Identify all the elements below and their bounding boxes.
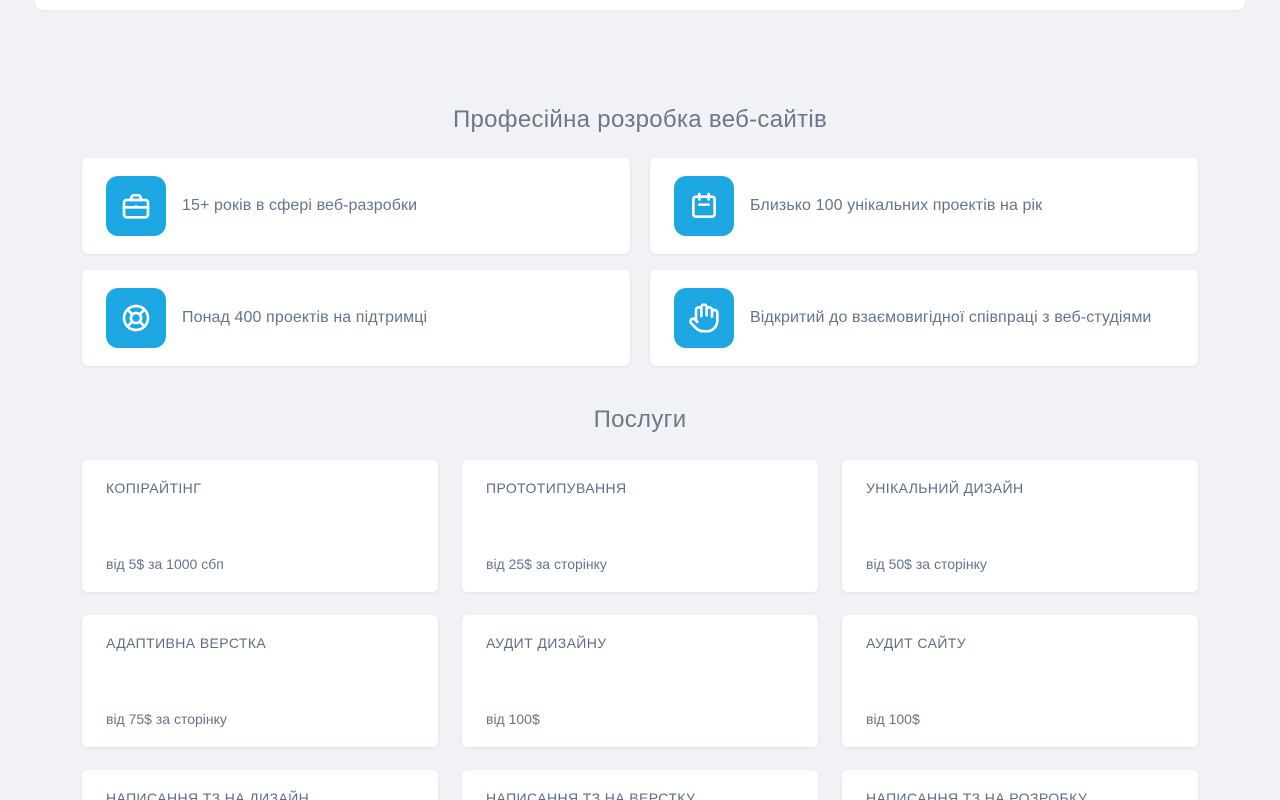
page-root: Професійна розробка веб-сайтів 15+ років…: [0, 0, 1280, 800]
service-title: НАПИСАННЯ ТЗ НА ВЕРСТКУ: [486, 790, 696, 800]
lifebuoy-icon: [106, 288, 166, 348]
feature-card-projects-per-year: Близько 100 унікальних проектів на рік: [650, 158, 1198, 254]
service-title: КОПІРАЙТІНГ: [106, 480, 202, 496]
service-card-site-audit: АУДИТ САЙТУ від 100$: [842, 615, 1198, 747]
service-title: УНІКАЛЬНИЙ ДИЗАЙН: [866, 480, 1024, 496]
features-grid: 15+ років в сфері веб-разробки Близько 1…: [82, 158, 1198, 366]
service-price: від 100$: [486, 711, 540, 727]
service-title: НАПИСАННЯ ТЗ НА ДИЗАЙН: [106, 790, 310, 800]
calendar-icon: [674, 176, 734, 236]
feature-text: Близько 100 унікальних проектів на рік: [750, 197, 1043, 214]
service-title: АУДИТ ДИЗАЙНУ: [486, 635, 607, 651]
feature-card-support: Понад 400 проектів на підтримці: [82, 270, 630, 366]
service-card-prototyping: ПРОТОТИПУВАННЯ від 25$ за сторінку: [462, 460, 818, 592]
feature-text: 15+ років в сфері веб-разробки: [182, 197, 418, 214]
raised-hand-icon: [674, 288, 734, 348]
service-card-design-spec: НАПИСАННЯ ТЗ НА ДИЗАЙН: [82, 770, 438, 800]
feature-card-cooperation: Відкритий до взаємовигідної співпраці з …: [650, 270, 1198, 366]
service-card-responsive-markup: АДАПТИВНА ВЕРСТКА від 75$ за сторінку: [82, 615, 438, 747]
service-price: від 25$ за сторінку: [486, 556, 607, 572]
briefcase-icon: [106, 176, 166, 236]
service-card-unique-design: УНІКАЛЬНИЙ ДИЗАЙН від 50$ за сторінку: [842, 460, 1198, 592]
page-title: Професійна розробка веб-сайтів: [452, 106, 828, 133]
services-grid: КОПІРАЙТІНГ від 5$ за 1000 сбп ПРОТОТИПУ…: [82, 460, 1198, 800]
service-title: АДАПТИВНА ВЕРСТКА: [106, 635, 267, 651]
service-price: від 50$ за сторінку: [866, 556, 987, 572]
service-card-markup-spec: НАПИСАННЯ ТЗ НА ВЕРСТКУ: [462, 770, 818, 800]
feature-card-experience: 15+ років в сфері веб-разробки: [82, 158, 630, 254]
service-title: АУДИТ САЙТУ: [866, 635, 967, 651]
service-card-development-spec: НАПИСАННЯ ТЗ НА РОЗРОБКУ: [842, 770, 1198, 800]
service-price: від 5$ за 1000 сбп: [106, 556, 224, 572]
feature-text: Відкритий до взаємовигідної співпраці з …: [750, 309, 1152, 326]
service-card-design-audit: АУДИТ ДИЗАЙНУ від 100$: [462, 615, 818, 747]
service-title: ПРОТОТИПУВАННЯ: [486, 480, 627, 496]
service-price: від 100$: [866, 711, 920, 727]
service-price: від 75$ за сторінку: [106, 711, 227, 727]
feature-text: Понад 400 проектів на підтримці: [182, 309, 428, 326]
services-heading: Послуги: [593, 406, 687, 433]
main-content: Професійна розробка веб-сайтів 15+ років…: [82, 0, 1198, 800]
service-card-copywriting: КОПІРАЙТІНГ від 5$ за 1000 сбп: [82, 460, 438, 592]
scrolled-header-card-bottom-edge: [35, 0, 1245, 10]
service-title: НАПИСАННЯ ТЗ НА РОЗРОБКУ: [866, 790, 1088, 800]
